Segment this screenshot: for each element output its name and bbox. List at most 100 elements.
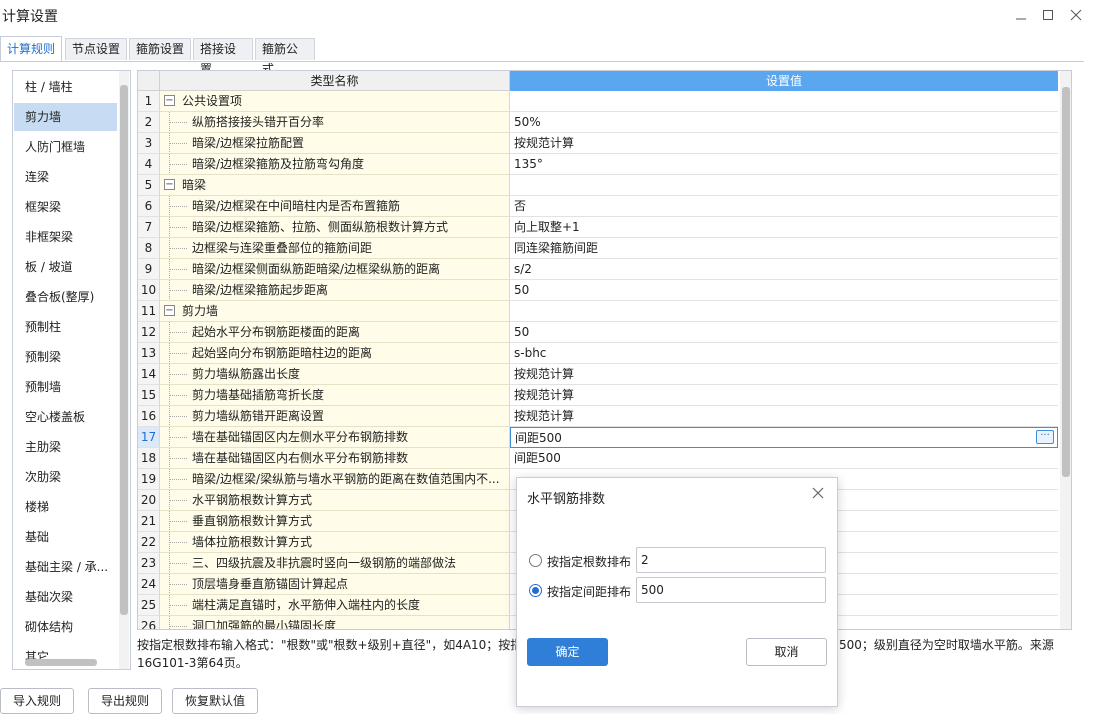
horizontal-rebar-rows-dialog: 水平钢筋排数 按指定根数排布 2 按指定间距排布 500 确定 取消	[516, 477, 838, 707]
sidebar-item[interactable]: 板 / 坡道	[14, 253, 117, 281]
sidebar-item[interactable]: 基础次梁	[14, 583, 117, 611]
sidebar-scrollbar[interactable]	[119, 71, 129, 669]
sidebar-item[interactable]: 砌体结构	[14, 613, 117, 641]
table-row[interactable]: 2 纵筋搭接接头错开百分率 50%	[138, 112, 1058, 133]
sidebar-item[interactable]: 次肋梁	[14, 463, 117, 491]
grid-scrollbar[interactable]	[1060, 71, 1071, 629]
row-value[interactable]: 同连梁箍筋间距	[510, 238, 1058, 259]
minimize-icon[interactable]	[1010, 4, 1032, 26]
table-row[interactable]: 13 起始竖向分布钢筋距暗柱边的距离 s-bhc	[138, 343, 1058, 364]
radio-by-spacing[interactable]	[529, 584, 542, 597]
tab-stirrup-settings[interactable]: 箍筋设置	[129, 38, 191, 60]
tab-lap-settings[interactable]: 搭接设置	[193, 38, 253, 76]
tab-calc-rules[interactable]: 计算规则	[0, 36, 62, 62]
import-rules-button[interactable]: 导入规则	[0, 688, 75, 714]
sidebar-item[interactable]: 叠合板(整厚)	[14, 283, 117, 311]
ok-button[interactable]: 确定	[527, 638, 608, 666]
close-icon[interactable]	[1065, 4, 1087, 26]
sidebar-item[interactable]: 预制柱	[14, 313, 117, 341]
restore-defaults-button[interactable]: 恢复默认值	[172, 688, 259, 714]
row-value[interactable]	[510, 175, 1058, 196]
count-input[interactable]: 2	[636, 547, 826, 573]
row-name: 剪力墙	[182, 304, 219, 318]
radio-by-count-label[interactable]: 按指定根数排布	[547, 553, 631, 570]
row-value[interactable]: 向上取整+1	[510, 217, 1058, 238]
sidebar-item[interactable]: 框架梁	[14, 193, 117, 221]
sidebar-item[interactable]: 楼梯	[14, 493, 117, 521]
sidebar-item[interactable]: 空心楼盖板	[14, 403, 117, 431]
grid-scroll-thumb[interactable]	[1062, 87, 1070, 477]
row-number: 12	[138, 322, 160, 343]
collapse-icon[interactable]: −	[164, 305, 175, 316]
table-row[interactable]: 7 暗梁/边框梁箍筋、拉筋、侧面纵筋根数计算方式 向上取整+1	[138, 217, 1058, 238]
sidebar-scroll-thumb[interactable]	[120, 85, 128, 615]
row-value[interactable]: 50%	[510, 112, 1058, 133]
row-value[interactable]: 50	[510, 322, 1058, 343]
sidebar-hscrollbar[interactable]	[23, 657, 118, 667]
row-value[interactable]	[510, 91, 1058, 112]
sidebar-item[interactable]: 基础主梁 / 承...	[14, 553, 117, 581]
table-row[interactable]: 16 剪力墙纵筋错开距离设置 按规范计算	[138, 406, 1058, 427]
sidebar-item[interactable]: 人防门框墙	[14, 133, 117, 161]
sidebar-item[interactable]: 主肋梁	[14, 433, 117, 461]
export-rules-button[interactable]: 导出规则	[88, 688, 163, 714]
row-name-cell: 墙在基础锚固区内右侧水平分布钢筋排数	[160, 448, 510, 469]
row-value[interactable]: s/2	[510, 259, 1058, 280]
table-row-group[interactable]: 1 − 公共设置项	[138, 91, 1058, 112]
row-name-cell: 剪力墙纵筋错开距离设置	[160, 406, 510, 427]
table-row[interactable]: 12 起始水平分布钢筋距楼面的距离 50	[138, 322, 1058, 343]
sidebar-item[interactable]: 连梁	[14, 163, 117, 191]
row-value[interactable]: 否	[510, 196, 1058, 217]
table-row-group[interactable]: 11 − 剪力墙	[138, 301, 1058, 322]
collapse-icon[interactable]: −	[164, 95, 175, 106]
more-options-icon[interactable]: ···	[1036, 430, 1054, 444]
row-value[interactable]: 按规范计算	[510, 133, 1058, 154]
table-row[interactable]: 18 墙在基础锚固区内右侧水平分布钢筋排数 间距500	[138, 448, 1058, 469]
row-value[interactable]: 135°	[510, 154, 1058, 175]
close-icon[interactable]	[809, 486, 827, 504]
table-row-selected[interactable]: 17 墙在基础锚固区内左侧水平分布钢筋排数 间距500 ···	[138, 427, 1058, 448]
radio-by-spacing-label[interactable]: 按指定间距排布	[547, 583, 631, 600]
sidebar-hscroll-thumb[interactable]	[25, 659, 97, 666]
row-name: 暗梁/边框梁侧面纵筋距暗梁/边框梁纵筋的距离	[192, 262, 441, 276]
row-number: 9	[138, 259, 160, 280]
table-row[interactable]: 4 暗梁/边框梁箍筋及拉筋弯勾角度 135°	[138, 154, 1058, 175]
row-value-editor[interactable]: 间距500 ···	[510, 427, 1058, 448]
row-value[interactable]: 按规范计算	[510, 406, 1058, 427]
row-name: 暗梁/边框梁箍筋及拉筋弯勾角度	[192, 157, 365, 171]
row-name-cell: 暗梁/边框梁箍筋起步距离	[160, 280, 510, 301]
spacing-input[interactable]: 500	[636, 577, 826, 603]
tab-node-settings[interactable]: 节点设置	[65, 38, 127, 60]
sidebar-item-selected[interactable]: 剪力墙	[14, 103, 117, 131]
row-value[interactable]: 按规范计算	[510, 364, 1058, 385]
table-row[interactable]: 15 剪力墙基础插筋弯折长度 按规范计算	[138, 385, 1058, 406]
table-row[interactable]: 3 暗梁/边框梁拉筋配置 按规范计算	[138, 133, 1058, 154]
row-value[interactable]: 间距500	[510, 448, 1058, 469]
row-name: 公共设置项	[182, 94, 243, 108]
radio-by-count[interactable]	[529, 554, 542, 567]
maximize-icon[interactable]	[1037, 4, 1059, 26]
sidebar-item[interactable]: 预制梁	[14, 343, 117, 371]
table-row[interactable]: 10 暗梁/边框梁箍筋起步距离 50	[138, 280, 1058, 301]
tab-stirrup-formula[interactable]: 箍筋公式	[255, 38, 315, 76]
row-name: 墙在基础锚固区内右侧水平分布钢筋排数	[192, 451, 409, 465]
table-row[interactable]: 14 剪力墙纵筋露出长度 按规范计算	[138, 364, 1058, 385]
row-value[interactable]: s-bhc	[510, 343, 1058, 364]
table-row[interactable]: 6 暗梁/边框梁在中间暗柱内是否布置箍筋 否	[138, 196, 1058, 217]
sidebar-item[interactable]: 非框架梁	[14, 223, 117, 251]
row-name: 暗梁/边框梁在中间暗柱内是否布置箍筋	[192, 199, 401, 213]
cancel-button[interactable]: 取消	[746, 638, 827, 666]
row-value[interactable]: 按规范计算	[510, 385, 1058, 406]
sidebar-item[interactable]: 柱 / 墙柱	[14, 73, 117, 101]
table-row-group[interactable]: 5 − 暗梁	[138, 175, 1058, 196]
sidebar-item[interactable]: 基础	[14, 523, 117, 551]
row-name: 端柱满足直锚时，水平筋伸入端柱内的长度	[192, 598, 421, 612]
row-value[interactable]	[510, 301, 1058, 322]
sidebar-item[interactable]: 预制墙	[14, 373, 117, 401]
row-number: 2	[138, 112, 160, 133]
row-name-cell: 三、四级抗震及非抗震时竖向一级钢筋的端部做法	[160, 553, 510, 574]
collapse-icon[interactable]: −	[164, 179, 175, 190]
table-row[interactable]: 8 边框梁与连梁重叠部位的箍筋间距 同连梁箍筋间距	[138, 238, 1058, 259]
row-value[interactable]: 50	[510, 280, 1058, 301]
table-row[interactable]: 9 暗梁/边框梁侧面纵筋距暗梁/边框梁纵筋的距离 s/2	[138, 259, 1058, 280]
